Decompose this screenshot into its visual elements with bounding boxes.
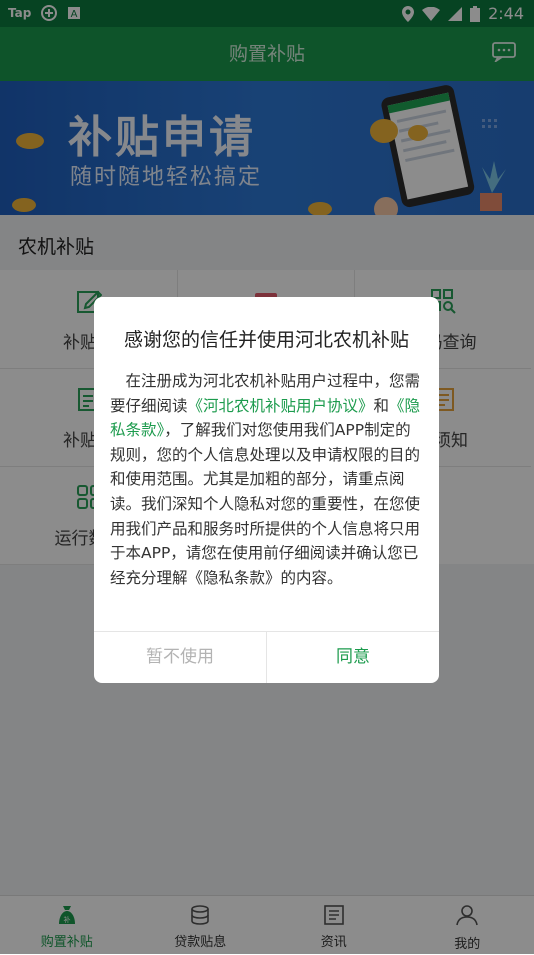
decline-button[interactable]: 暂不使用 (94, 632, 267, 683)
user-agreement-link[interactable]: 《河北农机补贴用户协议》 (188, 397, 374, 415)
dialog-body: 在注册成为河北农机补贴用户过程中，您需要仔细阅读《河北农机补贴用户协议》和《隐私… (110, 369, 423, 590)
dialog-text-2: 和 (374, 397, 390, 415)
dialog-text-3: ，了解我们对您使用我们APP制定的规则，您的个人信息处理以及申请权限的目的和使用… (110, 421, 420, 587)
dialog-footer: 暂不使用 同意 (94, 631, 439, 683)
accept-button[interactable]: 同意 (267, 632, 439, 683)
privacy-dialog: 感谢您的信任并使用河北农机补贴 在注册成为河北农机补贴用户过程中，您需要仔细阅读… (94, 297, 439, 683)
dialog-title: 感谢您的信任并使用河北农机补贴 (94, 325, 439, 352)
